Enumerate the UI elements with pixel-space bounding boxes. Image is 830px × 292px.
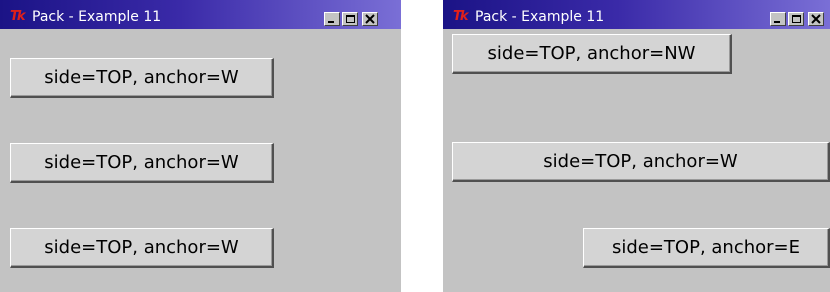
window-title: Pack - Example 11	[32, 9, 162, 25]
maximize-icon[interactable]	[788, 12, 804, 26]
window-left: Tk Pack - Example 11 side=TOP, anchor=W …	[0, 0, 401, 292]
close-icon[interactable]	[362, 12, 378, 26]
pack-button-3[interactable]: side=TOP, anchor=W	[10, 228, 274, 268]
tk-logo-icon: Tk	[10, 9, 26, 24]
tk-logo-icon: Tk	[453, 9, 469, 24]
title-bar[interactable]: Tk Pack - Example 11	[443, 0, 830, 29]
pack-button-2[interactable]: side=TOP, anchor=W	[10, 143, 274, 183]
close-icon[interactable]	[808, 12, 824, 26]
window-right: Tk Pack - Example 11 side=TOP, anchor=NW…	[443, 0, 830, 292]
window-title: Pack - Example 11	[475, 9, 605, 25]
maximize-icon[interactable]	[342, 12, 358, 26]
minimize-icon[interactable]	[324, 12, 340, 26]
minimize-icon[interactable]	[770, 12, 786, 26]
pack-button-w[interactable]: side=TOP, anchor=W	[452, 142, 830, 182]
pack-button-nw[interactable]: side=TOP, anchor=NW	[452, 34, 732, 74]
title-bar[interactable]: Tk Pack - Example 11	[0, 0, 401, 29]
pack-button-1[interactable]: side=TOP, anchor=W	[10, 58, 274, 98]
pack-button-e[interactable]: side=TOP, anchor=E	[583, 228, 830, 268]
